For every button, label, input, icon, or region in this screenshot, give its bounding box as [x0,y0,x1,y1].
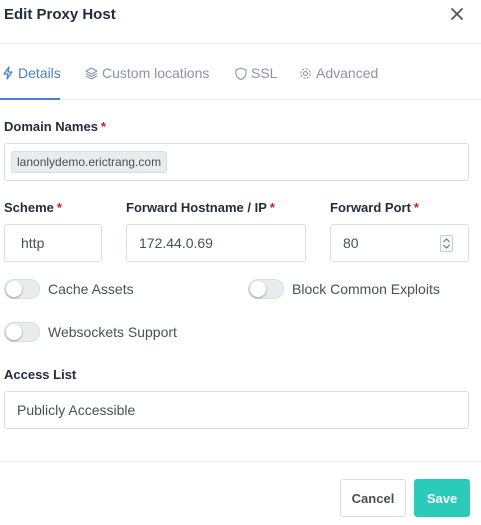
toggle-switch[interactable] [4,279,40,299]
save-button[interactable]: Save [414,479,470,517]
stepper-arrows-icon [443,238,450,249]
toggle-switch[interactable] [248,279,284,299]
gear-icon [300,67,311,79]
tab-label: Custom locations [102,65,210,81]
toggle-label: Block Common Exploits [292,281,440,297]
toggle-switch[interactable] [4,322,40,342]
required-marker: * [100,119,106,134]
scheme-select[interactable]: http [4,224,102,262]
modal-footer: Cancel Save [0,461,481,525]
close-icon[interactable] [447,4,467,24]
forward-host-value: 172.44.0.69 [139,235,213,251]
block-exploits-toggle[interactable]: Block Common Exploits [248,279,440,299]
tab-label: Details [18,65,61,81]
modal-title: Edit Proxy Host [4,6,116,23]
tab-details[interactable]: Details [2,63,61,83]
domain-names-input[interactable]: lanonlydemo.erictrang.com [4,143,469,181]
required-marker: * [269,200,275,215]
domain-names-label: Domain Names * [4,119,106,134]
access-list-select[interactable]: Publicly Accessible [4,391,469,429]
tab-ssl[interactable]: SSL [235,63,277,83]
scheme-label: Scheme * [4,200,62,215]
forward-port-value: 80 [343,235,359,251]
access-list-label: Access List [4,367,77,382]
tab-advanced[interactable]: Advanced [299,63,378,83]
toggle-label: Cache Assets [48,281,134,297]
tab-custom-locations[interactable]: Custom locations [85,63,209,83]
toggle-label: Websockets Support [48,324,177,340]
websockets-toggle[interactable]: Websockets Support [4,322,177,342]
forward-host-label: Forward Hostname / IP * [126,200,275,215]
lightning-icon [3,66,13,80]
required-marker: * [413,200,419,215]
tab-bar: Details Custom locations SSL Advanced [0,44,481,100]
cache-assets-toggle[interactable]: Cache Assets [4,279,134,299]
modal-header: Edit Proxy Host [0,0,481,44]
access-list-value: Publicly Accessible [17,402,136,418]
tab-label: Advanced [316,65,379,81]
layers-icon [85,66,98,80]
port-stepper[interactable] [440,235,453,252]
shield-icon [235,66,247,80]
forward-host-input[interactable]: 172.44.0.69 [126,224,306,262]
scheme-value: http [21,235,45,251]
active-tab-indicator [0,98,60,100]
domain-chip[interactable]: lanonlydemo.erictrang.com [11,151,168,173]
forward-port-label: Forward Port * [330,200,419,215]
forward-port-input[interactable]: 80 [330,224,469,262]
cancel-button[interactable]: Cancel [340,479,406,517]
tab-label: SSL [251,65,278,81]
required-marker: * [56,200,62,215]
